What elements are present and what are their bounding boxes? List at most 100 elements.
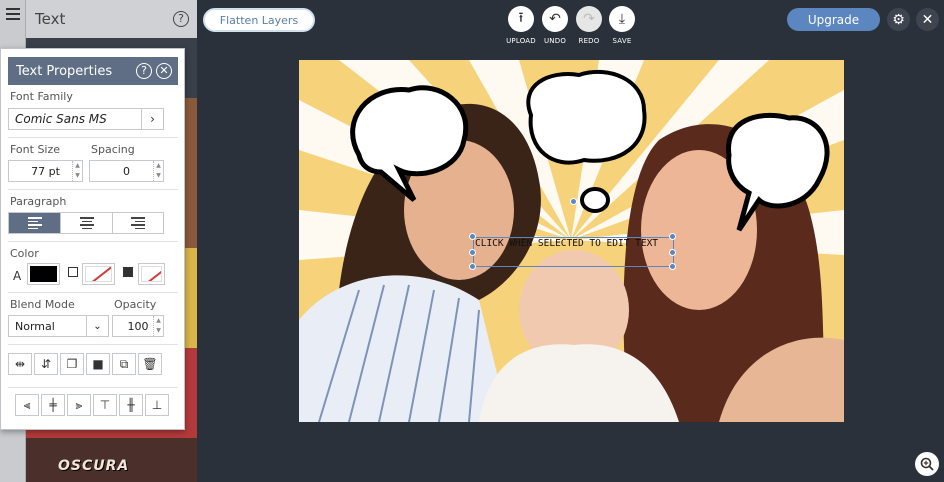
send-backward-button[interactable]: ■ [86,353,110,375]
align-right-edge-icon: ⫸ [75,397,83,412]
font-size-label: Font Size [10,143,61,156]
flip-vertical-button[interactable]: ⇵ [34,353,58,375]
font-size-stepper[interactable]: 77 pt ▲ ▼ [8,160,83,182]
align-right-button[interactable] [112,212,164,234]
resize-handle[interactable] [669,249,676,256]
font-family-next-button[interactable]: › [141,108,164,130]
close-icon[interactable]: ✕ [156,63,172,79]
resize-handle[interactable] [469,263,476,270]
duplicate-button[interactable]: ⧉ [112,353,136,375]
trash-icon: 🗑 [142,357,158,371]
chevron-down-icon: ⌄ [86,316,108,336]
close-button[interactable]: ✕ [916,8,939,31]
redo-icon: ↷ [576,6,602,32]
undo-icon: ↶ [542,6,568,32]
align-left-icon [27,215,42,231]
size-spacing-section: Font Size Spacing 77 pt ▲ ▼ 0 ▲ ▼ [8,138,178,190]
font-family-section: Font Family Comic Sans MS › [8,87,178,138]
flatten-layers-button[interactable]: Flatten Layers [203,8,315,32]
background-color-swatch[interactable] [138,263,165,285]
no-color-icon [85,266,112,282]
align-bottom-button[interactable]: ⊥ [145,394,169,416]
save-icon: ⤓ [609,6,635,32]
help-icon[interactable]: ? [173,11,189,27]
align-v-center-button[interactable]: ╫ [119,394,143,416]
bring-forward-button[interactable]: ❐ [60,353,84,375]
align-tools-section: ⫷ ╪ ⫸ ⊤ ╫ ⊥ [8,388,178,428]
blend-mode-value: Normal [15,319,55,333]
color-section: Color A [8,242,178,293]
spinner-arrows-icon[interactable]: ▲ ▼ [72,161,82,181]
align-top-button[interactable]: ⊤ [93,394,117,416]
flip-horizontal-icon: ⇹ [14,357,26,371]
text-color-letter: A [13,269,22,283]
design-canvas[interactable]: CLICK WHEN SELECTED TO EDIT TEXT [299,60,844,422]
help-icon[interactable]: ? [136,63,152,79]
gear-icon: ⚙ [892,11,905,28]
blend-mode-label: Blend Mode [10,298,75,311]
text-properties-panel: Text Properties ? ✕ Font Family Comic Sa… [0,48,185,430]
panel-title: Text Properties [16,63,113,79]
align-left-edge-button[interactable]: ⫷ [15,394,39,416]
align-left-edge-icon: ⫷ [23,397,31,412]
zoom-in-icon [920,457,934,471]
color-label: Color [10,247,39,260]
send-backward-icon: ■ [92,357,104,371]
align-right-edge-button[interactable]: ⫸ [67,394,91,416]
resize-handle[interactable] [669,263,676,270]
save-button[interactable]: ⤓ SAVE [607,6,637,45]
arrange-tools-section: ⇹ ⇵ ❐ ■ ⧉ 🗑 [8,345,178,388]
align-v-center-icon: ╫ [127,398,135,412]
spacing-stepper[interactable]: 0 ▲ ▼ [89,160,164,182]
text-color-fill [30,266,57,282]
font-size-value: 77 pt [31,164,60,178]
align-left-button[interactable] [8,212,61,234]
font-family-label: Font Family [10,90,73,103]
resize-handle[interactable] [469,249,476,256]
text-color-swatch[interactable] [27,263,60,285]
selection-box[interactable] [473,237,674,267]
chevron-right-icon: › [150,112,155,126]
paragraph-section: Paragraph [8,190,178,242]
align-h-center-button[interactable]: ╪ [41,394,65,416]
upload-icon: ⭱ [508,6,534,32]
menu-icon[interactable] [6,8,20,23]
align-h-center-icon: ╪ [49,398,57,412]
align-right-icon [131,215,145,231]
paragraph-label: Paragraph [10,195,67,208]
spacing-value: 0 [123,164,130,178]
delete-button[interactable]: 🗑 [138,353,162,375]
rotate-handle[interactable] [570,198,577,205]
spinner-arrows-icon[interactable]: ▲ ▼ [153,161,163,181]
save-label: SAVE [612,37,632,45]
opacity-stepper[interactable]: 100 ▲ ▼ [112,315,164,337]
align-bottom-icon: ⊥ [151,398,163,412]
flip-horizontal-button[interactable]: ⇹ [8,353,32,375]
blend-mode-select[interactable]: Normal ⌄ [8,315,109,337]
stroke-color-icon [68,267,78,277]
align-center-icon [79,215,94,231]
opacity-label: Opacity [114,298,157,311]
close-icon: ✕ [921,11,934,28]
side-title: Text [35,10,66,28]
background-color-icon [123,267,133,277]
align-top-icon: ⊤ [99,398,111,412]
upgrade-button[interactable]: Upgrade [787,8,880,31]
resize-handle[interactable] [669,233,676,240]
blend-opacity-section: Blend Mode Opacity Normal ⌄ 100 ▲ ▼ [8,293,178,345]
no-color-icon [141,266,162,282]
settings-button[interactable]: ⚙ [887,8,910,31]
spacing-label: Spacing [91,143,135,156]
duplicate-icon: ⧉ [119,356,129,371]
thumbnail-label: OSCURA [58,458,130,474]
panel-header: Text Properties ? ✕ [8,57,178,85]
stroke-color-swatch[interactable] [82,263,115,285]
resize-handle[interactable] [469,233,476,240]
align-center-button[interactable] [60,212,113,234]
spinner-arrows-icon[interactable]: ▲ ▼ [153,316,163,336]
font-family-field[interactable]: Comic Sans MS [8,108,142,130]
bring-forward-icon: ❐ [66,357,78,371]
zoom-button[interactable] [915,452,939,476]
side-header: Text ? [26,0,197,38]
flip-vertical-icon: ⇵ [40,357,52,371]
